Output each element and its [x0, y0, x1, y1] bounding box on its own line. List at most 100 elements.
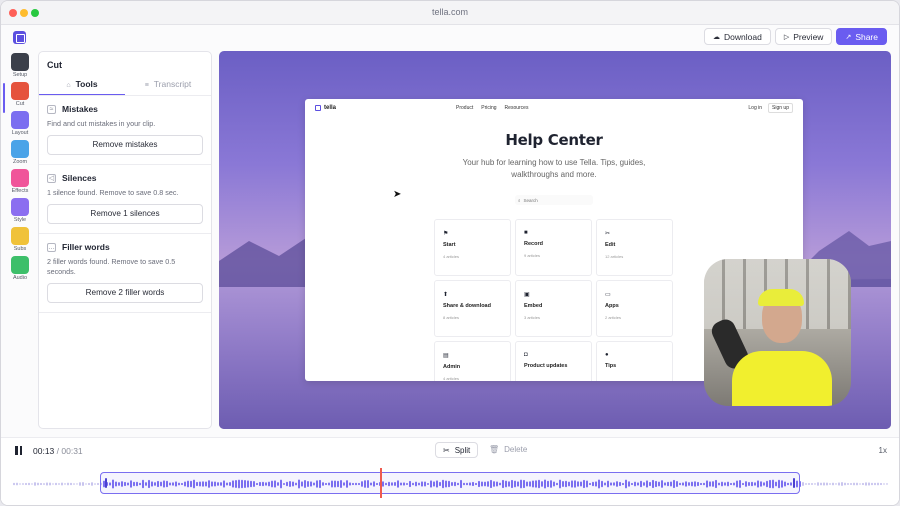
tab-tools-label: Tools: [75, 79, 98, 89]
split-button[interactable]: ✂ Split: [435, 442, 479, 458]
speaker-shirt: [732, 351, 832, 406]
rail-item-subs[interactable]: Subs: [7, 227, 33, 252]
waveform-bar: [829, 483, 831, 485]
tab-tools[interactable]: ⌂ Tools: [39, 74, 125, 95]
waveform-bar: [862, 482, 864, 486]
card-count: 3 articles: [524, 315, 541, 320]
waveform-bar: [883, 483, 885, 485]
card-count: 4 articles: [443, 376, 460, 381]
card-name: Record: [524, 241, 543, 247]
waveform-bar: [844, 482, 846, 486]
monitor-icon: ▭: [605, 292, 611, 298]
filler-words-title: Filler words: [62, 242, 110, 252]
rail-item-audio[interactable]: Audio: [7, 256, 33, 281]
delete-button[interactable]: 🗑 Delete: [489, 445, 527, 454]
speaker-cap: [758, 289, 804, 306]
clip-selection[interactable]: [100, 472, 800, 494]
card-count: 2 articles: [605, 315, 622, 320]
site-search-label: Search: [523, 197, 538, 203]
download-button[interactable]: ☁ Download: [704, 28, 771, 45]
scissors-icon: ✂: [443, 445, 450, 455]
waveform-bar: [847, 482, 849, 486]
waveform-bar: [97, 482, 99, 486]
tella-logo-icon: [315, 105, 321, 111]
waveform-bar: [91, 482, 93, 486]
waveform-bar: [874, 482, 876, 486]
rail-item-zoom[interactable]: Zoom: [7, 140, 33, 165]
share-label: Share: [855, 31, 878, 42]
site-link-resources: Resources: [504, 105, 529, 111]
setup-icon: [11, 53, 29, 71]
waveform-bar: [19, 483, 21, 485]
waveform-bar: [880, 482, 882, 486]
mistakes-desc: Find and cut mistakes in your clip.: [47, 119, 156, 128]
remove-silences-button[interactable]: Remove 1 silences: [47, 204, 203, 224]
waveform-bar: [55, 482, 57, 486]
preview-label: Preview: [793, 31, 824, 42]
waveform-bar: [838, 482, 840, 486]
help-center-title: Help Center: [505, 131, 603, 149]
category-card: ⚑ Start 4 articles: [434, 219, 511, 276]
bulb-icon: ●: [605, 352, 609, 358]
rail-item-effects[interactable]: Effects: [7, 169, 33, 194]
category-card: ⬆ Share & download 8 articles: [434, 280, 511, 337]
preview-button[interactable]: ▷ Preview: [774, 28, 833, 45]
waveform-bar: [34, 482, 36, 486]
waveform-bar: [814, 483, 816, 485]
subs-icon: [11, 227, 29, 245]
speech-bubble-icon: …: [47, 242, 56, 252]
rail-item-setup[interactable]: Setup: [7, 53, 33, 78]
trim-handle-left[interactable]: [105, 478, 107, 488]
duration: 00:31: [61, 446, 83, 456]
card-name: Share & download: [443, 303, 491, 309]
playback-speed[interactable]: 1x: [879, 446, 887, 455]
rail-item-label: Style: [13, 217, 27, 223]
playhead[interactable]: [380, 468, 382, 498]
rail-item-style[interactable]: Style: [7, 198, 33, 223]
waveform-bar: [58, 483, 60, 485]
rail-item-cut[interactable]: Cut: [7, 82, 33, 107]
rail-item-label: Audio: [12, 275, 28, 281]
layout-icon: [11, 111, 29, 129]
waveform-bar: [859, 483, 861, 485]
card-name: Product updates: [524, 363, 568, 369]
remove-filler-words-button[interactable]: Remove 2 filler words: [47, 283, 203, 303]
remove-mistakes-button[interactable]: Remove mistakes: [47, 135, 203, 155]
current-time: 00:13: [33, 446, 55, 456]
waveform-bar: [73, 483, 75, 485]
card-name: Tips: [605, 363, 617, 369]
waveform-bar: [877, 482, 879, 486]
waveform-bar: [841, 482, 843, 486]
trim-handle-right[interactable]: [793, 478, 795, 488]
filler-words-desc: 2 filler words found. Remove to save 0.5…: [47, 257, 176, 276]
card-count: 8 articles: [443, 315, 460, 320]
rail-active-indicator: [3, 83, 5, 113]
waveform-bar: [823, 482, 825, 486]
card-name: Apps: [605, 303, 619, 309]
webcam-bubble[interactable]: [704, 259, 851, 406]
cloud-download-icon: ☁: [713, 33, 720, 41]
timeline-track[interactable]: [11, 468, 889, 498]
panel-tabs: ⌂ Tools ≡ Transcript: [39, 74, 211, 96]
video-canvas[interactable]: tella Product Pricing Resources Log in S…: [219, 51, 891, 429]
waveform-bar: [37, 482, 39, 486]
waveform-bar: [70, 482, 72, 486]
mistakes-icon: ≈: [47, 104, 56, 114]
audio-icon: [11, 256, 29, 274]
waveform-bar: [88, 482, 90, 486]
download-label: Download: [724, 31, 762, 42]
tab-transcript[interactable]: ≡ Transcript: [125, 74, 211, 95]
waveform-bar: [22, 483, 24, 485]
waveform-bar: [826, 482, 828, 486]
rail-item-label: Layout: [11, 130, 29, 136]
share-button[interactable]: ↗ Share: [836, 28, 887, 45]
pause-button[interactable]: [15, 446, 24, 458]
site-brand: tella: [324, 105, 337, 111]
waveform-bar: [76, 483, 78, 485]
waveform-bar: [805, 483, 807, 485]
share-icon: ↗: [845, 33, 852, 41]
waveform-bar: [94, 483, 96, 485]
category-card: ✂ Edit 12 articles: [596, 219, 673, 276]
rail-item-layout[interactable]: Layout: [7, 111, 33, 136]
app-logo-icon[interactable]: [13, 31, 26, 44]
